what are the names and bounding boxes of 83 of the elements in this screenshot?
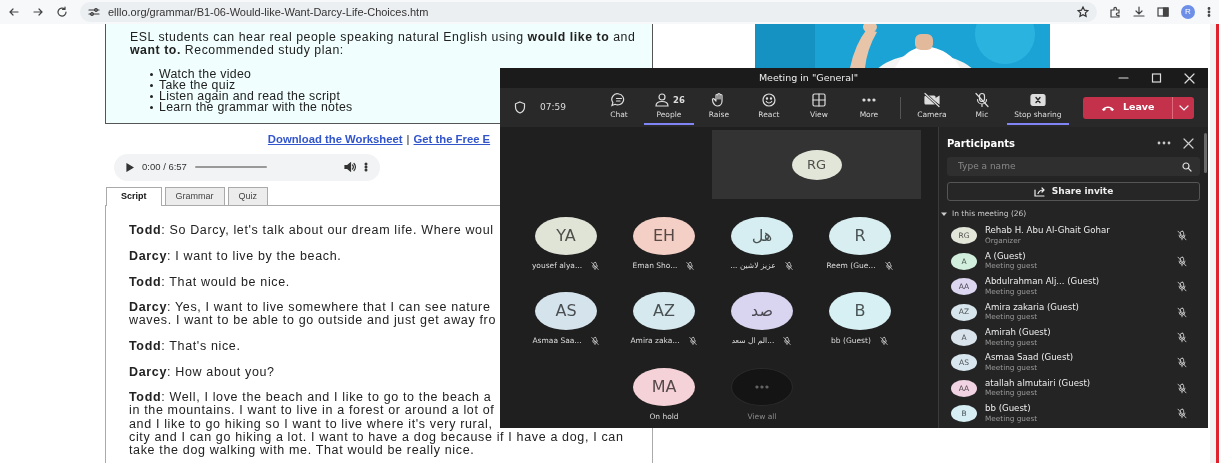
- shield-icon[interactable]: [514, 101, 526, 114]
- avatar: EH: [633, 217, 695, 255]
- audio-time: 0:00 / 6:57: [142, 160, 187, 175]
- smiley-icon: [759, 91, 778, 108]
- play-icon[interactable]: [126, 162, 134, 172]
- participant-name: Amira zakaria (Guest): [985, 302, 1080, 313]
- more-icon[interactable]: [1157, 141, 1171, 145]
- grid-icon: [809, 91, 828, 108]
- participant-name: atallah almutairi (Guest): [985, 378, 1092, 389]
- meeting-timer: 07:59: [540, 100, 566, 114]
- plan-item: Listen again and read the script: [159, 91, 341, 102]
- participant-name: Asmaa Saad (Guest): [985, 353, 1075, 363]
- person-icon: [653, 91, 671, 108]
- participant-count: 26: [673, 93, 685, 107]
- avatar: صد: [731, 292, 793, 331]
- mic-off-icon: [972, 91, 991, 108]
- bullet-icon: [150, 73, 153, 76]
- leave-button[interactable]: Leave: [1082, 96, 1173, 119]
- forward-icon[interactable]: [32, 6, 44, 18]
- avatar: AS: [535, 292, 597, 331]
- address-bar[interactable]: elllo.org/grammar/B1-06-Would-like-Want-Darcy-Life-Choices.htm: [80, 2, 1097, 22]
- close-icon[interactable]: [1183, 72, 1196, 84]
- script-paragraph: Todd: Well, I love the beach and I like to go to the beach a in the mountains. I want to live in a forest or around a lot of and I like to go hiking so I want to live where it's very rural, city and I can go hiking a lot. I want to have a dog because if I have a dog, I can take the dog walking with me. That would be really nice.: [129, 391, 624, 458]
- tab[interactable]: Quiz: [227, 186, 269, 206]
- share-invite-button[interactable]: Share invite: [947, 182, 1200, 201]
- more-icon: [754, 383, 770, 390]
- script-paragraph: Darcy: Yes, I want to live somewhere that I can see nature waves. I want to be able to go outside and just get away fro: [129, 301, 496, 328]
- menu-icon[interactable]: [1207, 6, 1211, 18]
- screen-x-icon: [1028, 91, 1047, 108]
- avatar: RG: [791, 149, 842, 180]
- volume-icon[interactable]: [344, 162, 356, 173]
- plan-item: Watch the video: [159, 69, 252, 80]
- participant-name: bb (Guest): [985, 404, 1032, 414]
- avatar: R: [829, 217, 891, 255]
- avatar: B: [829, 292, 891, 331]
- link-separator: |: [406, 132, 410, 147]
- audio-progress-track[interactable]: [194, 166, 267, 169]
- participant-name: A (Guest): [985, 251, 1027, 262]
- search-field[interactable]: Type a name: [947, 157, 1200, 176]
- audio-player[interactable]: 0:00 / 6:57: [114, 153, 380, 181]
- plan-item: Take the quiz: [159, 80, 236, 91]
- bullet-icon: [150, 106, 153, 109]
- search-input[interactable]: Type a name: [958, 159, 1182, 174]
- url-text: elllo.org/grammar/B1-06-Would-like-Want-Darcy-Life-Choices.htm: [108, 4, 430, 20]
- worksheet-link[interactable]: Get the Free E: [413, 131, 491, 148]
- maximize-icon[interactable]: [1150, 72, 1163, 84]
- search-icon: [1182, 161, 1192, 172]
- bullet-icon: [150, 95, 153, 98]
- participant-name: Rehab H. Abu Al-Ghait Gohar: [985, 226, 1111, 236]
- caret-icon: [941, 210, 947, 217]
- bullet-icon: [150, 84, 153, 87]
- star-icon[interactable]: [1077, 6, 1089, 18]
- leave-options-button[interactable]: [1172, 96, 1195, 119]
- more-icon: [861, 97, 876, 102]
- avatar: MA: [633, 367, 695, 406]
- close-icon[interactable]: [1183, 137, 1194, 149]
- script-paragraph: Darcy: I want to live by the beach.: [129, 250, 342, 264]
- tab[interactable]: Script: [106, 186, 162, 207]
- avatar: هل: [731, 217, 793, 255]
- script-paragraph: Todd: So Darcy, let's talk about our dream life. Where woul: [129, 224, 494, 238]
- script-paragraph: Darcy: How about you?: [129, 365, 275, 379]
- side-panel-icon[interactable]: [1157, 6, 1169, 18]
- download-icon[interactable]: [1133, 6, 1145, 18]
- avatar: AZ: [633, 292, 695, 331]
- worksheet-link[interactable]: Download the Worksheet: [267, 131, 403, 148]
- tab[interactable]: Grammar: [164, 186, 225, 206]
- script-paragraph: Todd: That would be nice.: [129, 275, 290, 289]
- site-settings-icon[interactable]: [88, 7, 100, 17]
- intro-text: ESL students can hear real people speaking natural English using would like to and want to. Recommended study plan:: [130, 31, 637, 57]
- script-paragraph: Todd: That's nice.: [129, 340, 241, 354]
- reload-icon[interactable]: [56, 6, 68, 18]
- back-icon[interactable]: [8, 6, 20, 18]
- plan-item: Learn the grammar with the notes: [159, 102, 353, 113]
- participant-name: Amirah (Guest): [985, 328, 1052, 338]
- more-icon[interactable]: [364, 162, 368, 173]
- puzzle-icon[interactable]: [1109, 6, 1121, 18]
- share-icon: [1033, 186, 1046, 197]
- participant-name: Abdulrahman Alj... (Guest): [985, 277, 1101, 287]
- avatar: YA: [535, 217, 597, 255]
- window-title: Meeting in "General": [757, 70, 860, 85]
- chevron-down-icon: [1179, 104, 1189, 111]
- camera-off-icon: [922, 91, 941, 108]
- panel-title: Participants: [947, 136, 1017, 151]
